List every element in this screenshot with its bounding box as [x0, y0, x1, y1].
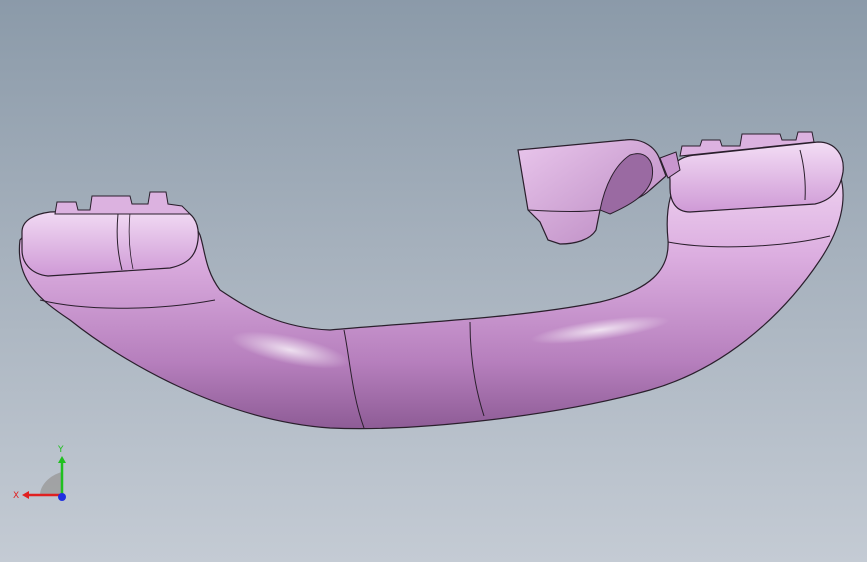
triad-y-label: Y	[57, 445, 64, 455]
triad-z-axis	[58, 493, 66, 501]
coordinate-triad: X Y	[13, 445, 66, 501]
graphics-viewport[interactable]: X Y	[0, 0, 867, 562]
triad-plane-icon	[40, 472, 62, 495]
left-clip-tabs	[54, 191, 192, 215]
left-end-cap	[21, 207, 199, 277]
grab-handle-model[interactable]	[0, 0, 867, 562]
triad-x-arrow	[22, 491, 29, 499]
triad-x-label: X	[13, 491, 19, 501]
triad-y-arrow	[58, 456, 66, 463]
